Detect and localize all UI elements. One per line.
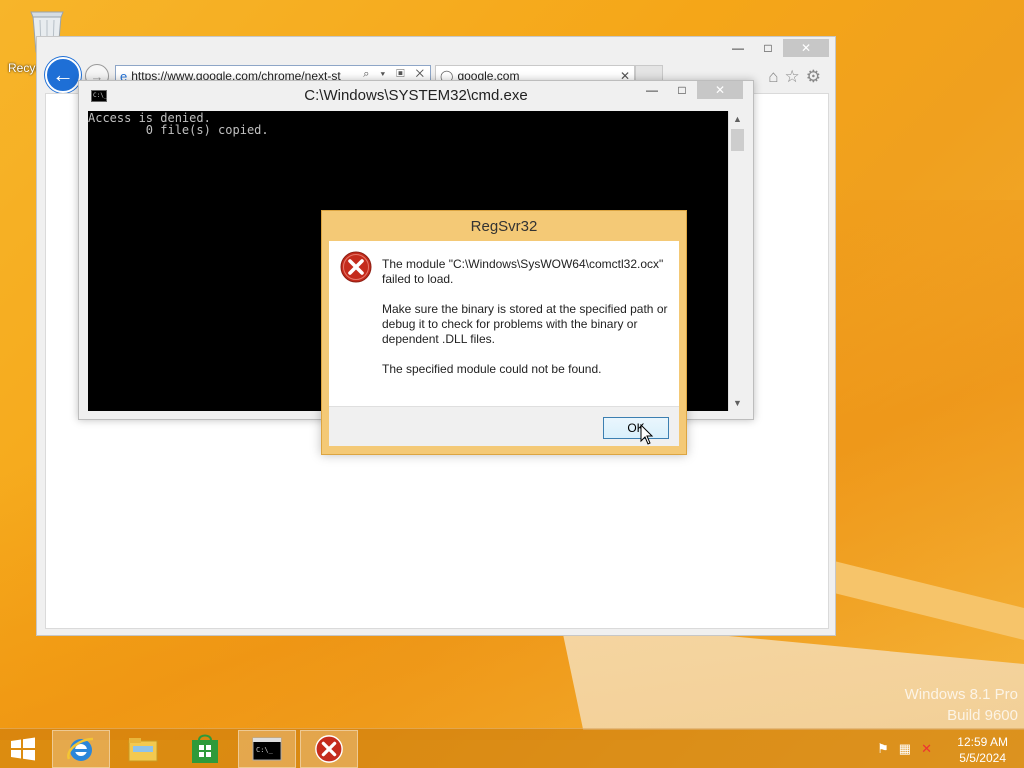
- volume-muted-icon[interactable]: ✕: [921, 741, 932, 757]
- scroll-thumb[interactable]: [731, 129, 744, 151]
- taskbar-store[interactable]: [176, 730, 234, 768]
- error-icon: [340, 251, 372, 283]
- taskbar-regsvr32[interactable]: [300, 730, 358, 768]
- taskbar-ie[interactable]: [52, 730, 110, 768]
- ie-caption-buttons: — □ ✕: [723, 39, 829, 57]
- dialog-message-error: The specified module could not be found.: [382, 362, 602, 376]
- error-taskbar-icon: [315, 735, 343, 763]
- ie-maximize-button[interactable]: □: [753, 39, 783, 57]
- ie-close-button[interactable]: ✕: [783, 39, 829, 57]
- taskbar: C:\_ ⚑ ▦ ✕ 12:59 AM 5/5/2024: [0, 728, 1024, 768]
- taskbar-cmd[interactable]: C:\_: [238, 730, 296, 768]
- clock-time: 12:59 AM: [957, 735, 1008, 749]
- internet-explorer-icon: [67, 737, 94, 761]
- network-icon[interactable]: ▦: [899, 741, 911, 757]
- back-button[interactable]: ←: [45, 57, 81, 93]
- clock-date: 5/5/2024: [959, 751, 1006, 765]
- scroll-down-arrow-icon[interactable]: ▼: [729, 395, 746, 411]
- cmd-minimize-button[interactable]: —: [637, 81, 667, 99]
- taskbar-file-explorer[interactable]: [114, 730, 172, 768]
- scroll-up-arrow-icon[interactable]: ▲: [729, 111, 746, 127]
- ie-toolbar: ⌂ ☆ ⚙: [768, 67, 821, 87]
- watermark-build: Build 9600: [947, 707, 1018, 724]
- home-icon[interactable]: ⌂: [768, 67, 778, 87]
- dialog-message-module: The module "C:\Windows\SysWOW64\comctl32…: [382, 257, 664, 286]
- ok-button[interactable]: OK: [603, 417, 669, 439]
- svg-text:C:\_: C:\_: [256, 746, 274, 754]
- taskbar-clock[interactable]: 12:59 AM 5/5/2024: [957, 734, 1008, 766]
- console-scrollbar[interactable]: ▲ ▼: [728, 111, 745, 411]
- regsvr32-dialog: RegSvr32 The module "C:\Windows\SysWOW64…: [321, 210, 687, 455]
- dialog-body: The module "C:\Windows\SysWOW64\comctl32…: [329, 241, 679, 406]
- system-tray: ⚑ ▦ ✕: [877, 741, 932, 757]
- windows-watermark: Windows 8.1 Pro Build 9600: [905, 684, 1018, 726]
- favorites-icon[interactable]: ☆: [785, 67, 800, 87]
- cmd-close-button[interactable]: ✕: [697, 81, 743, 99]
- cmd-caption-buttons: — □ ✕: [637, 81, 743, 99]
- command-prompt-icon: C:\_: [252, 737, 282, 761]
- dialog-message: The module "C:\Windows\SysWOW64\comctl32…: [382, 257, 672, 392]
- mouse-pointer-icon: [640, 424, 654, 445]
- action-center-flag-icon[interactable]: ⚑: [877, 741, 889, 757]
- dialog-footer: OK: [329, 406, 679, 446]
- start-windows-icon[interactable]: [10, 737, 36, 761]
- console-line: 0 file(s) copied.: [88, 123, 269, 137]
- settings-gear-icon[interactable]: ⚙: [806, 67, 821, 87]
- watermark-edition: Windows 8.1 Pro: [904, 686, 1018, 703]
- store-icon: [192, 734, 218, 763]
- folder-icon: [128, 738, 158, 762]
- dialog-message-hint: Make sure the binary is stored at the sp…: [382, 302, 668, 346]
- ie-minimize-button[interactable]: —: [723, 39, 753, 57]
- cmd-maximize-button[interactable]: □: [667, 81, 697, 99]
- dialog-title: RegSvr32: [470, 218, 538, 235]
